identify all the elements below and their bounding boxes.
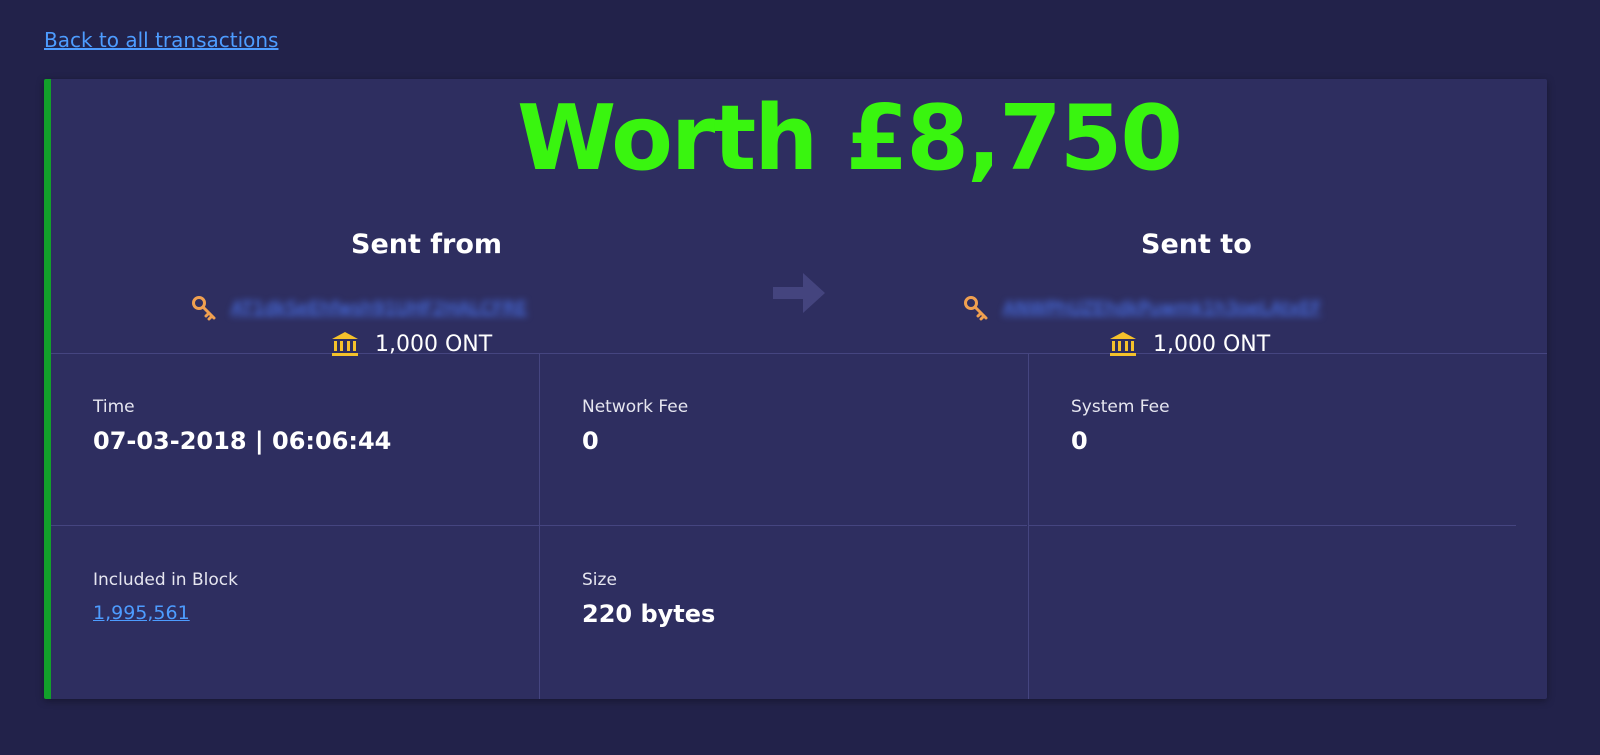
key-icon bbox=[964, 296, 988, 321]
time-label: Time bbox=[93, 397, 135, 417]
from-address-row: AT1dkSeEhfwsh91UHF2HALCFRE bbox=[191, 295, 527, 321]
key-icon bbox=[192, 296, 216, 321]
back-to-transactions-link[interactable]: Back to all transactions bbox=[44, 28, 278, 52]
block-number-link[interactable]: 1,995,561 bbox=[93, 602, 190, 624]
arrow-right-icon bbox=[773, 273, 825, 313]
empty-cell bbox=[1028, 525, 1516, 699]
to-address-row: ANWPhUZEhdkPuwmk1h3oeLAtxEF bbox=[963, 295, 1322, 321]
system-fee-value: 0 bbox=[1071, 427, 1088, 455]
to-address-link[interactable]: ANWPhUZEhdkPuwmk1h3oeLAtxEF bbox=[1003, 298, 1322, 319]
transaction-card: Sent from Sent to Worth £8,750 AT1dkSeEh… bbox=[44, 79, 1547, 699]
network-fee-cell: Network Fee 0 bbox=[539, 353, 1027, 525]
network-fee-label: Network Fee bbox=[582, 397, 689, 417]
size-value: 220 bytes bbox=[582, 600, 716, 628]
network-fee-value: 0 bbox=[582, 427, 599, 455]
time-cell: Time 07-03-2018 | 06:06:44 bbox=[51, 353, 539, 525]
block-cell: Included in Block 1,995,561 bbox=[51, 525, 539, 699]
from-address-link[interactable]: AT1dkSeEhfwsh91UHF2HALCFRE bbox=[231, 298, 527, 319]
size-cell: Size 220 bytes bbox=[539, 525, 1027, 699]
sent-to-heading: Sent to bbox=[1141, 229, 1252, 260]
time-value: 07-03-2018 | 06:06:44 bbox=[93, 427, 392, 455]
sent-from-heading: Sent from bbox=[351, 229, 503, 260]
transaction-details-grid: Time 07-03-2018 | 06:06:44 Network Fee 0… bbox=[51, 353, 1547, 699]
size-label: Size bbox=[582, 570, 617, 590]
transfer-summary: Sent from Sent to Worth £8,750 AT1dkSeEh… bbox=[51, 79, 1547, 357]
system-fee-cell: System Fee 0 bbox=[1028, 353, 1516, 525]
block-label: Included in Block bbox=[93, 570, 238, 590]
worth-overlay: Worth £8,750 bbox=[517, 86, 1183, 191]
system-fee-label: System Fee bbox=[1071, 397, 1170, 417]
